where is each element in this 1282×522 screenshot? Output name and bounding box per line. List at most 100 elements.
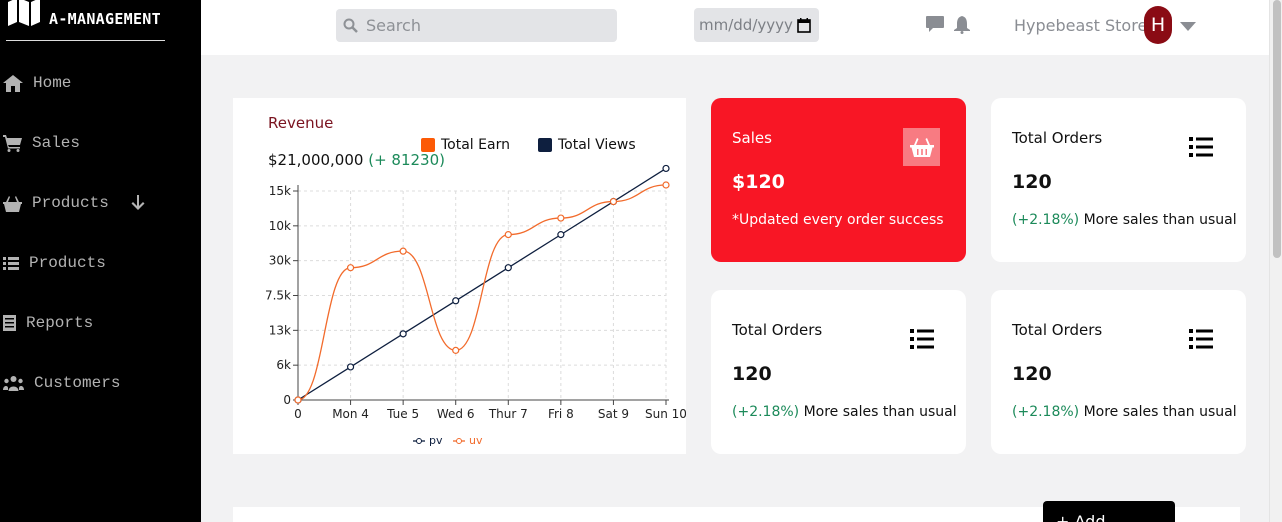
- bell-icon[interactable]: [954, 16, 970, 34]
- card-value: $120: [732, 171, 785, 193]
- legend-label-uv: uv: [469, 434, 483, 447]
- data-point-uv: [294, 396, 302, 404]
- x-tick-label: Mon 4: [332, 407, 369, 421]
- total-orders-card: Total Orders 120 (+2.18%) More sales tha…: [991, 98, 1246, 262]
- chat-icon[interactable]: [926, 16, 944, 33]
- sidebar-item-label: Customers: [34, 374, 121, 392]
- data-point-uv: [452, 346, 460, 354]
- data-point-pv: [504, 264, 512, 272]
- sidebar-item-label: Reports: [26, 314, 94, 332]
- x-tick-label: Thur 7: [488, 407, 528, 421]
- card-title: Total Orders: [1012, 321, 1103, 339]
- card-note: *Updated every order success: [732, 212, 944, 228]
- sales-card: Sales $120 *Updated every order success: [711, 98, 966, 262]
- sidebar-item-products[interactable]: Products: [3, 194, 145, 212]
- data-point-uv: [609, 197, 618, 206]
- card-value: 120: [1012, 171, 1052, 193]
- sidebar-item-customers[interactable]: Customers: [3, 374, 120, 392]
- search-bar[interactable]: [336, 9, 617, 42]
- top-header: mm/dd/yyyy Hypebeast Store H: [201, 0, 1269, 55]
- avatar[interactable]: H: [1144, 6, 1172, 44]
- x-tick-label: 0: [294, 407, 302, 421]
- calendar-icon[interactable]: [797, 17, 811, 33]
- y-tick-label: 15k: [269, 184, 291, 198]
- card-note-text: More sales than usual: [803, 404, 957, 420]
- data-point-uv: [346, 264, 355, 272]
- data-point-uv: [557, 214, 565, 222]
- legend-label-pv: pv: [429, 434, 443, 447]
- document-icon: [3, 315, 16, 331]
- y-tick-label: 10k: [269, 219, 291, 233]
- data-point-uv: [504, 231, 512, 239]
- chevron-down-icon[interactable]: [1180, 22, 1196, 31]
- total-orders-card: Total Orders 120 (+2.18%) More sales tha…: [991, 290, 1246, 454]
- y-tick-label: 30k: [269, 254, 291, 268]
- list-icon: [1189, 329, 1213, 349]
- brand[interactable]: A-MANAGEMENT: [6, 0, 165, 41]
- data-point-pv: [662, 164, 670, 173]
- legend-marker-uv: [456, 438, 462, 444]
- sidebar-item-label: Products: [32, 194, 109, 212]
- y-tick-label: 6k: [276, 358, 291, 372]
- card-note: (+2.18%) More sales than usual: [1012, 212, 1237, 228]
- users-icon: [3, 376, 24, 391]
- sidebar-item-label: Sales: [32, 134, 81, 152]
- data-point-pv: [399, 330, 407, 338]
- legend-marker-pv: [416, 438, 422, 444]
- x-tick-label: Wed 6: [437, 407, 475, 421]
- card-note: (+2.18%) More sales than usual: [1012, 404, 1237, 420]
- sidebar-item-sales[interactable]: Sales: [3, 134, 80, 152]
- sidebar-item-label: Products: [29, 254, 106, 272]
- revenue-chart: 0 6k 13k 7.5k 30k 10k 15k 0 Mon 4 Tue 5 Wed 6 Thur …: [265, 164, 686, 447]
- list-icon: [910, 329, 934, 349]
- list-icon: [1189, 137, 1213, 157]
- revenue-card: Revenue $21,000,000 (+ 81230) Total Earn…: [233, 98, 686, 454]
- card-change: (+2.18%): [1012, 212, 1080, 228]
- sidebar-item-products-list[interactable]: Products: [3, 254, 106, 272]
- search-input[interactable]: [366, 16, 596, 35]
- data-point-uv: [399, 247, 407, 255]
- card-title: Sales: [732, 129, 772, 147]
- card-value: 120: [1012, 363, 1052, 385]
- sidebar: A-MANAGEMENT Home Sales Products Product…: [0, 0, 201, 522]
- y-tick-label: 0: [283, 393, 291, 407]
- y-tick-label: 7.5k: [265, 289, 291, 303]
- data-point-pv: [557, 231, 565, 239]
- card-title: Total Orders: [732, 321, 823, 339]
- date-placeholder: mm/dd/yyyy: [699, 16, 793, 34]
- card-title: Total Orders: [1012, 129, 1103, 147]
- x-tick-label: Sun 10: [645, 407, 686, 421]
- brand-name: A-MANAGEMENT: [49, 10, 161, 28]
- list-icon: [3, 256, 19, 270]
- x-tick-label: Sat 9: [598, 407, 629, 421]
- card-note-text: More sales than usual: [1083, 404, 1237, 420]
- sidebar-item-reports[interactable]: Reports: [3, 314, 93, 332]
- basket-icon: [903, 128, 940, 166]
- search-icon: [343, 18, 358, 33]
- add-products-button[interactable]: + Add Products: [1043, 501, 1175, 522]
- x-tick-label: Tue 5: [386, 407, 419, 421]
- card-value: 120: [732, 363, 772, 385]
- x-tick-label: Fri 8: [548, 407, 574, 421]
- basket-icon: [3, 195, 22, 212]
- map-icon: [8, 0, 40, 26]
- data-point-uv: [662, 181, 670, 189]
- sidebar-item-home[interactable]: Home: [3, 74, 71, 92]
- card-change: (+2.18%): [1012, 404, 1080, 420]
- store-name[interactable]: Hypebeast Store: [1014, 16, 1147, 35]
- data-point-pv: [346, 363, 355, 371]
- sidebar-item-label: Home: [33, 74, 72, 92]
- cart-icon: [3, 134, 22, 152]
- y-tick-label: 13k: [269, 323, 291, 337]
- total-orders-card: Total Orders 120 (+2.18%) More sales tha…: [711, 290, 966, 454]
- date-input[interactable]: mm/dd/yyyy: [694, 8, 819, 42]
- home-icon: [3, 74, 23, 92]
- card-note: (+2.18%) More sales than usual: [732, 404, 957, 420]
- avatar-initial: H: [1150, 14, 1166, 36]
- card-change: (+2.18%): [732, 404, 800, 420]
- arrow-down-icon: [131, 195, 145, 210]
- card-note-text: More sales than usual: [1083, 212, 1237, 228]
- data-point-pv: [452, 297, 460, 305]
- scrollbar[interactable]: [1269, 0, 1282, 522]
- scrollbar-thumb[interactable]: [1273, 0, 1281, 258]
